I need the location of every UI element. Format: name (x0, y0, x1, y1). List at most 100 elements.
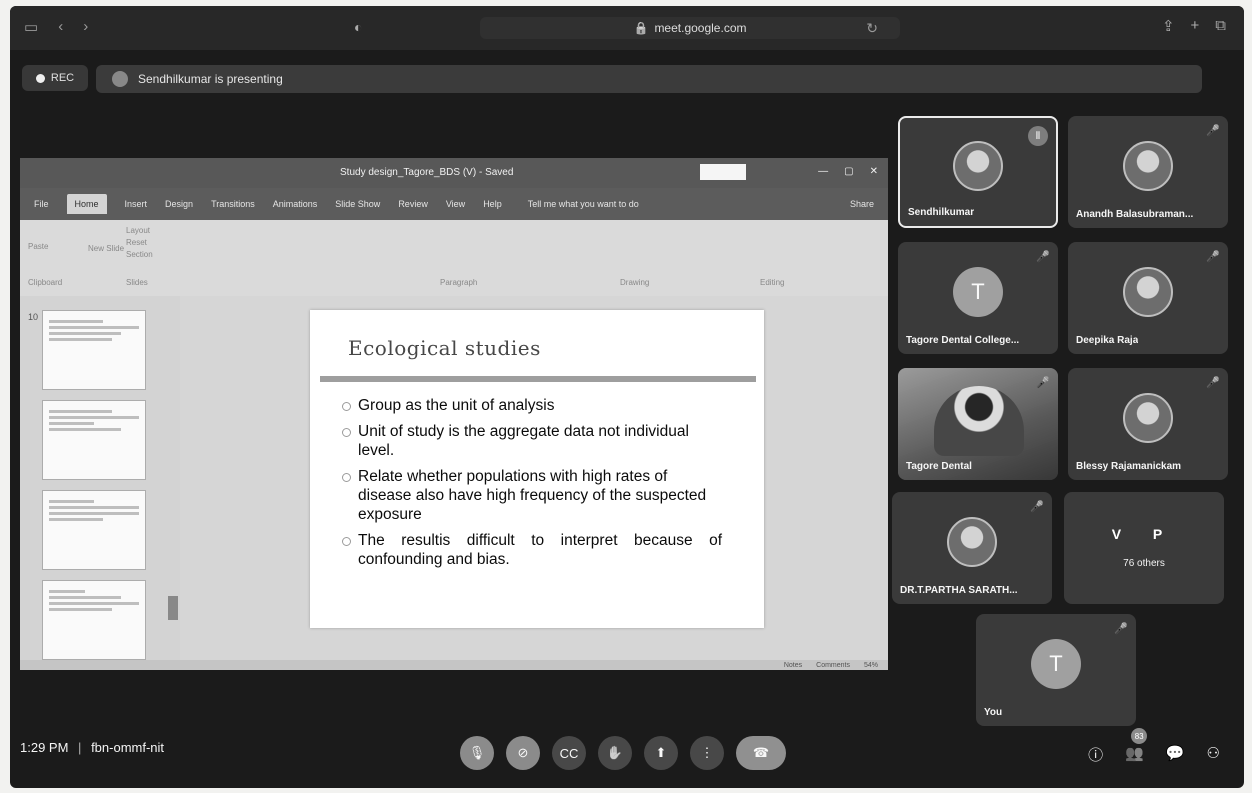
chat-icon[interactable]: 💬 (1166, 744, 1185, 765)
thumbnail-scrollbar[interactable] (168, 596, 178, 620)
ribbon-new-slide[interactable]: New Slide (88, 244, 124, 253)
ppt-share-button[interactable]: Share (850, 199, 874, 209)
participant-tile-sendhilkumar[interactable]: ⦀ Sendhilkumar (898, 116, 1058, 228)
participant-name: Deepika Raja (1076, 335, 1139, 346)
mic-muted-icon: 🎤 (1206, 125, 1220, 137)
ribbon-section[interactable]: Section (126, 250, 153, 259)
more-options-button[interactable]: ⋮ (690, 736, 724, 770)
tell-me-search[interactable]: Tell me what you want to do (528, 199, 639, 209)
mic-muted-icon: 🎤 (1206, 377, 1220, 389)
tab-file[interactable]: File (34, 199, 49, 209)
participant-name: Blessy Rajamanickam (1076, 461, 1182, 472)
participant-tile-deepika[interactable]: 🎤 Deepika Raja (1068, 242, 1228, 354)
zoom-level[interactable]: 54% (864, 662, 878, 669)
rec-label: REC (50, 72, 75, 84)
tab-help[interactable]: Help (483, 199, 502, 209)
mic-muted-icon: 🎤 (1206, 251, 1220, 263)
address-bar[interactable]: 🔒 meet.google.com ↻ (480, 17, 900, 39)
tab-transitions[interactable]: Transitions (211, 199, 255, 209)
participant-name: You (984, 707, 1003, 718)
people-icon[interactable]: 👥 83 (1125, 728, 1148, 765)
avatar: T (953, 267, 1003, 317)
tabs-overview-icon[interactable]: ⧉ (1215, 17, 1226, 35)
comments-button[interactable]: Comments (816, 662, 850, 669)
current-slide[interactable]: Ecological studies Group as the unit of … (310, 310, 764, 628)
window-controls: — ▢ ✕ (818, 166, 878, 177)
others-initials: V P (1111, 526, 1177, 542)
ribbon-paragraph: Paragraph (440, 278, 478, 287)
meeting-code[interactable]: fbn-ommf-nit (91, 740, 164, 755)
participant-name: Tagore Dental College... (906, 335, 1020, 346)
avatar (1123, 393, 1173, 443)
others-tile[interactable]: V P 76 others (1064, 492, 1224, 604)
participant-tile-anandh[interactable]: 🎤 Anandh Balasubraman... (1068, 116, 1228, 228)
close-icon[interactable]: ✕ (870, 166, 878, 177)
mic-muted-icon: 🎤 (1036, 377, 1050, 389)
ppt-ribbon-tabs: File Home Insert Design Transitions Anim… (20, 188, 888, 220)
forward-icon[interactable]: › (83, 18, 88, 36)
present-button[interactable]: ⬆ (644, 736, 678, 770)
meet-top-bar: REC Sendhilkumar is presenting (10, 56, 1244, 98)
ppt-sign-in-box[interactable] (700, 164, 746, 180)
tab-animations[interactable]: Animations (273, 199, 318, 209)
self-view-tile[interactable]: T 🎤 You (976, 614, 1136, 726)
slide-thumbnails: 10 (20, 296, 180, 660)
participant-tile-tagore-dental[interactable]: 🎤 Tagore Dental (898, 368, 1058, 480)
microphone-toggle-button[interactable]: 🎙 (460, 736, 494, 770)
ppt-document-title: Study design_Tagore_BDS (V) - Saved (340, 167, 514, 178)
ribbon-layout[interactable]: Layout (126, 226, 150, 235)
share-icon[interactable]: ⇪ (1162, 17, 1175, 35)
back-icon[interactable]: ‹ (58, 18, 63, 36)
tab-design[interactable]: Design (165, 199, 193, 209)
slide-thumbnail[interactable] (42, 400, 146, 480)
ribbon-clipboard-group: Clipboard (28, 278, 63, 287)
bullet-item: The resultis difficult to interpret beca… (342, 531, 722, 569)
call-controls: 🎙 ⊘ CC ✋ ⬆ ⋮ ☎ (460, 736, 786, 770)
slide-thumbnail[interactable] (42, 310, 146, 390)
ribbon-paste[interactable]: Paste (28, 242, 48, 251)
new-tab-icon[interactable]: + (1191, 17, 1200, 35)
maximize-icon[interactable]: ▢ (844, 166, 853, 177)
slide-thumbnail[interactable] (42, 580, 146, 660)
participant-count-badge: 83 (1131, 728, 1148, 744)
leave-call-button[interactable]: ☎ (736, 736, 786, 770)
avatar: T (1031, 639, 1081, 689)
tab-insert[interactable]: Insert (125, 199, 148, 209)
lock-icon: 🔒 (633, 21, 649, 35)
browser-actions: ⇪ + ⧉ (1162, 17, 1226, 35)
shield-icon[interactable]: ◐ (354, 19, 362, 35)
ribbon-reset[interactable]: Reset (126, 238, 147, 247)
ppt-title-bar: Study design_Tagore_BDS (V) - Saved — ▢ … (20, 158, 888, 188)
slide-thumbnail[interactable] (42, 490, 146, 570)
avatar (953, 141, 1003, 191)
captions-button[interactable]: CC (552, 736, 586, 770)
participant-tile-blessy[interactable]: 🎤 Blessy Rajamanickam (1068, 368, 1228, 480)
avatar (947, 517, 997, 567)
participant-name: Sendhilkumar (908, 207, 975, 218)
raise-hand-button[interactable]: ✋ (598, 736, 632, 770)
activities-icon[interactable]: ⚇ (1207, 744, 1220, 765)
notes-button[interactable]: Notes (784, 662, 802, 669)
camera-toggle-button[interactable]: ⊘ (506, 736, 540, 770)
ribbon-editing: Editing (760, 278, 785, 287)
bullet-item: Group as the unit of analysis (342, 396, 722, 415)
tab-home[interactable]: Home (66, 194, 107, 214)
record-dot-icon (35, 73, 45, 83)
bullet-item: Unit of study is the aggregate data not … (342, 422, 722, 460)
info-icon[interactable]: ⓘ (1088, 744, 1103, 765)
participant-tile-partha[interactable]: 🎤 DR.T.PARTHA SARATH... (892, 492, 1052, 604)
sidebar-icon[interactable]: ▭ (24, 18, 38, 36)
tab-view[interactable]: View (446, 199, 465, 209)
ppt-status-bar: Notes Comments 54% (20, 660, 888, 670)
slide-title: Ecological studies (348, 336, 541, 360)
minimize-icon[interactable]: — (818, 166, 828, 177)
participant-name: Anandh Balasubraman... (1076, 209, 1194, 220)
recording-indicator[interactable]: REC (22, 65, 88, 91)
presenting-banner[interactable]: Sendhilkumar is presenting (96, 65, 1202, 93)
browser-toolbar: ▭ ‹ › ◐ 🔒 meet.google.com ↻ ⇪ + ⧉ (10, 6, 1244, 50)
participant-tile-tagore-college[interactable]: T 🎤 Tagore Dental College... (898, 242, 1058, 354)
tab-slide-show[interactable]: Slide Show (335, 199, 380, 209)
reload-icon[interactable]: ↻ (866, 20, 878, 37)
ribbon-slides-group: Slides (126, 278, 148, 287)
tab-review[interactable]: Review (398, 199, 428, 209)
